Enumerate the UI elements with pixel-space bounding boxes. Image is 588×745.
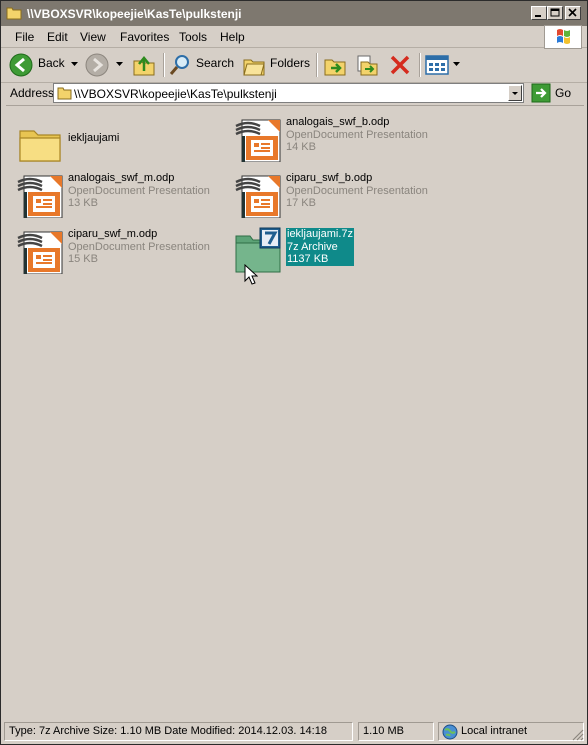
address-value: \\VBOXSVR\kopeejie\KasTe\pulkstenji [74, 87, 277, 101]
file-item-odp[interactable]: analogais_swf_b.odp OpenDocument Present… [228, 110, 428, 162]
7z-archive-icon [235, 227, 281, 273]
views-icon [425, 55, 449, 75]
search-label: Search [196, 56, 235, 70]
status-size: 1.10 MB [358, 722, 434, 741]
file-name: ciparu_swf_b.odp [286, 172, 373, 184]
menu-favorites[interactable]: Favorites [120, 30, 169, 44]
presentation-document-icon [17, 231, 63, 274]
windows-flag-icon [557, 29, 570, 44]
minimize-icon [535, 15, 541, 17]
address-input[interactable]: \\VBOXSVR\kopeejie\KasTe\pulkstenji [53, 83, 524, 103]
file-name: analogais_swf_m.odp [68, 172, 175, 184]
folders-icon [243, 59, 265, 76]
toolbar-separator [419, 53, 421, 77]
up-folder-icon[interactable] [132, 53, 156, 77]
search-button[interactable]: Search [168, 52, 236, 78]
file-size: 1137 KB [287, 253, 329, 265]
maximize-icon [550, 8, 560, 17]
back-arrow-icon [9, 53, 33, 77]
file-name: ciparu_swf_m.odp [68, 228, 158, 240]
resize-grip-icon[interactable] [571, 728, 584, 741]
status-zone-label: Local intranet [461, 725, 528, 737]
file-item-7z-selected[interactable]: iekljaujami.7z 7z Archive 1137 KB [228, 222, 428, 274]
presentation-document-icon [235, 175, 281, 218]
copy-to-icon[interactable] [355, 53, 379, 77]
file-item-folder[interactable]: iekljaujami [10, 115, 210, 167]
go-arrow-icon [531, 83, 551, 103]
chevron-down-icon[interactable] [116, 62, 123, 67]
status-zone: Local intranet [438, 722, 584, 741]
maximize-button[interactable] [547, 6, 563, 20]
menu-help[interactable]: Help [220, 30, 245, 44]
folders-label: Folders [270, 56, 311, 70]
file-type: OpenDocument Presentation [286, 184, 428, 197]
forward-button[interactable] [85, 52, 125, 78]
close-button[interactable] [565, 6, 581, 20]
views-button[interactable] [425, 52, 463, 78]
file-name: iekljaujami [68, 132, 120, 144]
status-info: Type: 7z Archive Size: 1.10 MB Date Modi… [4, 722, 353, 741]
presentation-document-icon [17, 175, 63, 218]
chevron-down-icon[interactable] [71, 62, 78, 67]
file-type: OpenDocument Presentation [286, 128, 428, 141]
file-name: iekljaujami.7z [287, 228, 354, 240]
file-type: OpenDocument Presentation [68, 240, 210, 253]
file-list: iekljaujami analogais_swf_b.odp OpenDocu… [6, 105, 584, 720]
menu-bar: File Edit View Favorites Tools Help [1, 26, 587, 48]
folder-icon [19, 130, 61, 162]
back-label: Back [38, 56, 65, 70]
windows-logo [544, 25, 582, 49]
address-label: Address [10, 86, 55, 100]
search-icon [169, 55, 189, 75]
file-size: 14 KB [286, 141, 316, 153]
go-label: Go [555, 86, 572, 100]
chevron-down-icon [453, 62, 460, 66]
explorer-window: \\VBOXSVR\kopeejie\KasTe\pulkstenji File… [0, 0, 588, 745]
title-bar[interactable]: \\VBOXSVR\kopeejie\KasTe\pulkstenji [1, 1, 587, 26]
chevron-down-icon [512, 92, 518, 95]
toolbar-separator [163, 53, 165, 77]
toolbar-separator [316, 53, 318, 77]
file-item-odp[interactable]: ciparu_swf_b.odp OpenDocument Presentati… [228, 166, 428, 218]
menu-file[interactable]: File [15, 30, 34, 44]
menu-edit[interactable]: Edit [47, 30, 68, 44]
back-button[interactable]: Back [9, 52, 81, 78]
minimize-button[interactable] [531, 6, 547, 20]
folder-icon [57, 87, 72, 100]
menu-view[interactable]: View [80, 30, 106, 44]
file-name: analogais_swf_b.odp [286, 116, 390, 128]
address-bar: Address \\VBOXSVR\kopeejie\KasTe\pulkste… [1, 82, 587, 104]
close-icon [568, 8, 577, 17]
mouse-cursor-icon [244, 264, 258, 285]
file-type: OpenDocument Presentation [68, 184, 210, 197]
folder-icon [6, 7, 22, 20]
file-size: 17 KB [286, 197, 316, 209]
delete-icon[interactable] [388, 53, 412, 77]
move-to-icon[interactable] [323, 53, 347, 77]
address-dropdown-button[interactable] [508, 85, 522, 101]
window-title: \\VBOXSVR\kopeejie\KasTe\pulkstenji [27, 7, 242, 21]
go-button[interactable]: Go [531, 83, 581, 103]
file-size: 15 KB [68, 253, 98, 265]
file-type: 7z Archive [287, 240, 338, 253]
presentation-document-icon [235, 119, 281, 162]
file-item-odp[interactable]: analogais_swf_m.odp OpenDocument Present… [10, 166, 210, 218]
folders-button[interactable]: Folders [242, 52, 310, 78]
file-size: 13 KB [68, 197, 98, 209]
menu-tools[interactable]: Tools [179, 30, 207, 44]
file-item-odp[interactable]: ciparu_swf_m.odp OpenDocument Presentati… [10, 222, 210, 274]
toolbar: Back Search Folders [1, 48, 587, 83]
intranet-globe-icon [442, 724, 458, 740]
forward-arrow-icon [85, 53, 109, 77]
status-bar: Type: 7z Archive Size: 1.10 MB Date Modi… [1, 720, 587, 744]
